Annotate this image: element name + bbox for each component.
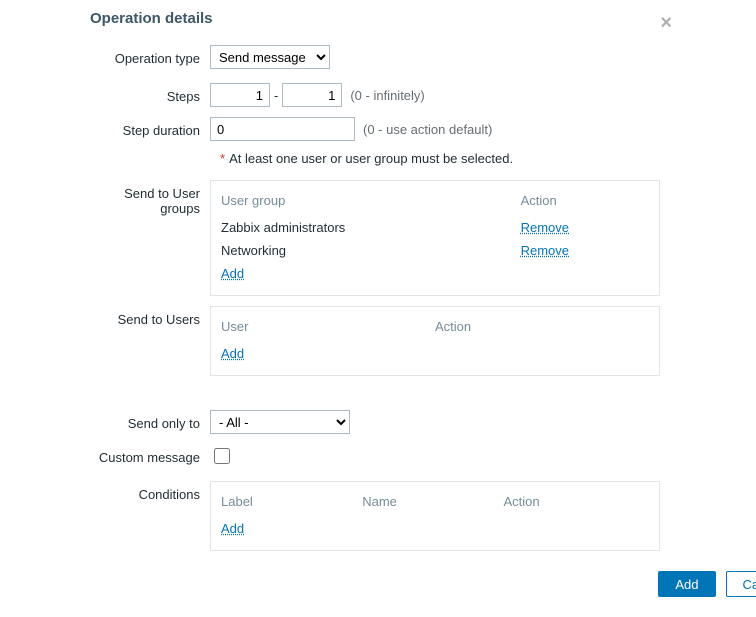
label-send-to-user-groups: Send to User groups (90, 180, 210, 216)
remove-link[interactable]: Remove (521, 243, 569, 258)
user-group-name: Zabbix administrators (221, 216, 521, 239)
user-group-name: Networking (221, 239, 521, 262)
users-header-name: User (221, 315, 435, 342)
label-operation-type: Operation type (90, 45, 210, 66)
steps-from-input[interactable] (210, 83, 270, 107)
step-duration-hint: (0 - use action default) (363, 122, 492, 137)
custom-message-checkbox[interactable] (214, 448, 230, 464)
label-step-duration: Step duration (90, 117, 210, 138)
step-duration-input[interactable] (210, 117, 355, 141)
remove-link[interactable]: Remove (521, 220, 569, 235)
add-condition-link[interactable]: Add (221, 521, 244, 536)
table-row: Zabbix administrators Remove (221, 216, 649, 239)
close-icon[interactable]: × (660, 12, 672, 35)
send-only-to-select[interactable]: - All - (210, 410, 350, 434)
conditions-header-action: Action (503, 490, 649, 517)
user-groups-header-name: User group (221, 189, 521, 216)
required-note: *At least one user or user group must be… (220, 151, 666, 166)
label-custom-message: Custom message (90, 444, 210, 465)
label-steps: Steps (90, 83, 210, 104)
table-row: Networking Remove (221, 239, 649, 262)
add-user-link[interactable]: Add (221, 346, 244, 361)
conditions-header-label: Label (221, 490, 362, 517)
users-header-action: Action (435, 315, 649, 342)
label-send-only-to: Send only to (90, 410, 210, 431)
steps-dash: - (274, 88, 278, 103)
steps-hint: (0 - infinitely) (350, 88, 424, 103)
add-button[interactable]: Add (658, 571, 715, 597)
page-title: Operation details (90, 10, 666, 27)
users-panel: User Action Add (210, 306, 660, 376)
steps-to-input[interactable] (282, 83, 342, 107)
cancel-button[interactable]: Cancel (726, 571, 756, 597)
conditions-header-name: Name (362, 490, 503, 517)
add-user-group-link[interactable]: Add (221, 266, 244, 281)
user-groups-header-action: Action (521, 189, 649, 216)
conditions-panel: Label Name Action Add (210, 481, 660, 551)
label-conditions: Conditions (90, 481, 210, 502)
user-groups-panel: User group Action Zabbix administrators … (210, 180, 660, 296)
operation-type-select[interactable]: Send message (210, 45, 330, 69)
label-send-to-users: Send to Users (90, 306, 210, 327)
